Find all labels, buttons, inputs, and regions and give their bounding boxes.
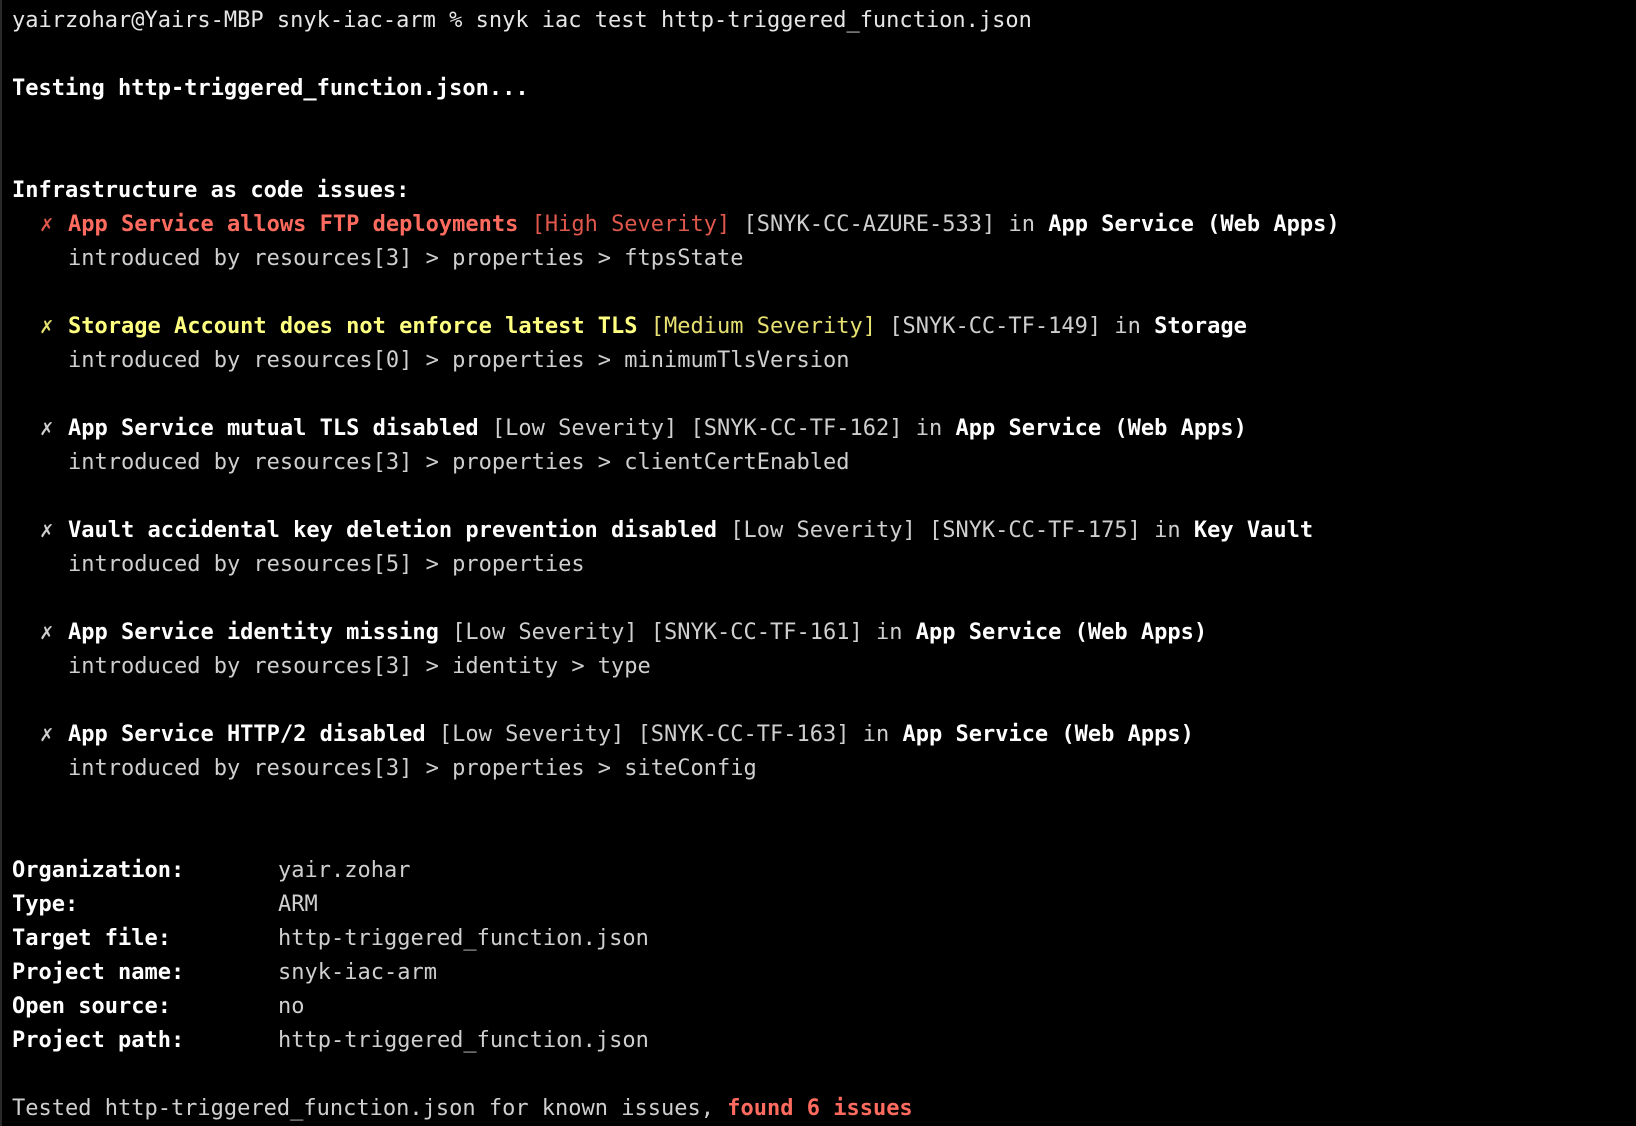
terminal-window[interactable]: yairzohar@Yairs-MBP snyk-iac-arm % snyk … <box>0 0 1636 1126</box>
issue-path: introduced by resources[3] > properties … <box>68 246 744 271</box>
issue-title: App Service HTTP/2 disabled <box>68 722 426 747</box>
issue-service: Key Vault <box>1193 518 1314 543</box>
issue-line: ✗ App Service mutual TLS disabled [Low Se… <box>12 412 1626 446</box>
issue-title: Storage Account does not enforce latest … <box>68 314 638 339</box>
summary-row-project-path: Project path: http-triggered_function.jso… <box>12 1024 1626 1058</box>
issue-path: introduced by resources[3] > identity > … <box>68 654 651 679</box>
issue-service: App Service (Web Apps) <box>902 722 1194 747</box>
issue-id: [SNYK-CC-TF-149] <box>889 314 1102 339</box>
issues-header: Infrastructure as code issues: <box>12 178 410 203</box>
issue-service: App Service (Web Apps) <box>955 416 1247 441</box>
issue-in-word: in <box>1008 212 1035 237</box>
summary-row-type: Type: ARM <box>12 888 1626 922</box>
issue-title: Vault accidental key deletion prevention… <box>68 518 718 543</box>
cross-mark-icon: ✗ <box>40 416 54 441</box>
issue-service: Storage <box>1154 314 1247 339</box>
issue-line: ✗ Vault accidental key deletion preventio… <box>12 514 1626 548</box>
summary-label: Target file: <box>12 926 171 951</box>
summary-value: ARM <box>278 892 318 917</box>
issue-severity: [Low Severity] <box>491 416 678 441</box>
issue-id: [SNYK-CC-TF-162] <box>690 416 903 441</box>
issue-severity: [Medium Severity] <box>650 314 876 339</box>
issue-title: App Service allows FTP deployments <box>68 212 519 237</box>
footer-prefix: Tested http-triggered_function.json for … <box>12 1096 728 1121</box>
issue-in-word: in <box>862 722 890 747</box>
issue-in-word: in <box>1154 518 1181 543</box>
issue-in-word: in <box>915 416 943 441</box>
testing-status-line: Testing http-triggered_function.json... <box>12 76 529 101</box>
issue-id: [SNYK-CC-TF-163] <box>637 722 850 747</box>
summary-value: no <box>278 994 305 1019</box>
issue-in-word: in <box>1114 314 1141 339</box>
summary-label: Type: <box>12 892 79 917</box>
issue-severity: [High Severity] <box>531 212 731 237</box>
issue-severity: [Low Severity] <box>452 620 638 645</box>
summary-label: Open source: <box>12 994 171 1019</box>
issue-severity: [Low Severity] <box>438 722 625 747</box>
summary-label: Project path: <box>12 1028 185 1053</box>
summary-row-open-source: Open source: no <box>12 990 1626 1024</box>
issue-path: introduced by resources[3] > properties … <box>68 450 850 475</box>
cross-mark-icon: ✗ <box>40 314 54 339</box>
issue-line: ✗ App Service identity missing [Low Sever… <box>12 616 1626 650</box>
summary-row-organization: Organization: yair.zohar <box>12 854 1626 888</box>
footer-summary-line: Tested http-triggered_function.json for … <box>12 1092 1626 1126</box>
summary-label: Project name: <box>12 960 185 985</box>
issue-path: introduced by resources[5] > properties <box>68 552 585 577</box>
summary-row-project-name: Project name: snyk-iac-arm <box>12 956 1626 990</box>
issue-service: App Service (Web Apps) <box>1048 212 1340 237</box>
cross-mark-icon: ✗ <box>40 620 54 645</box>
issue-id: [SNYK-CC-AZURE-533] <box>743 212 996 237</box>
issue-severity: [Low Severity] <box>730 518 916 543</box>
issue-in-word: in <box>875 620 903 645</box>
issue-id: [SNYK-CC-TF-161] <box>650 620 863 645</box>
issue-line: ✗ App Service HTTP/2 disabled [Low Severi… <box>12 718 1626 752</box>
summary-value: yair.zohar <box>278 858 411 883</box>
summary-value: http-triggered_function.json <box>278 926 649 951</box>
cross-mark-icon: ✗ <box>40 722 54 747</box>
issue-title: App Service identity missing <box>68 620 439 645</box>
cross-mark-icon: ✗ <box>40 212 54 237</box>
cross-mark-icon: ✗ <box>40 518 54 543</box>
issue-id: [SNYK-CC-TF-175] <box>928 518 1141 543</box>
found-issues-count: found 6 issues <box>727 1096 913 1121</box>
summary-value: snyk-iac-arm <box>278 960 437 985</box>
issue-title: App Service mutual TLS disabled <box>68 416 479 441</box>
command-prompt-line: yairzohar@Yairs-MBP snyk-iac-arm % snyk … <box>12 8 1032 33</box>
summary-label: Organization: <box>12 858 185 883</box>
summary-row-target-file: Target file: http-triggered_function.json <box>12 922 1626 956</box>
issue-path: introduced by resources[0] > properties … <box>68 348 850 373</box>
issue-line: ✗ App Service allows FTP deployments [Hig… <box>12 208 1626 242</box>
issue-service: App Service (Web Apps) <box>915 620 1208 645</box>
summary-value: http-triggered_function.json <box>278 1028 649 1053</box>
issue-line: ✗ Storage Account does not enforce latest… <box>12 310 1626 344</box>
issue-path: introduced by resources[3] > properties … <box>68 756 757 781</box>
